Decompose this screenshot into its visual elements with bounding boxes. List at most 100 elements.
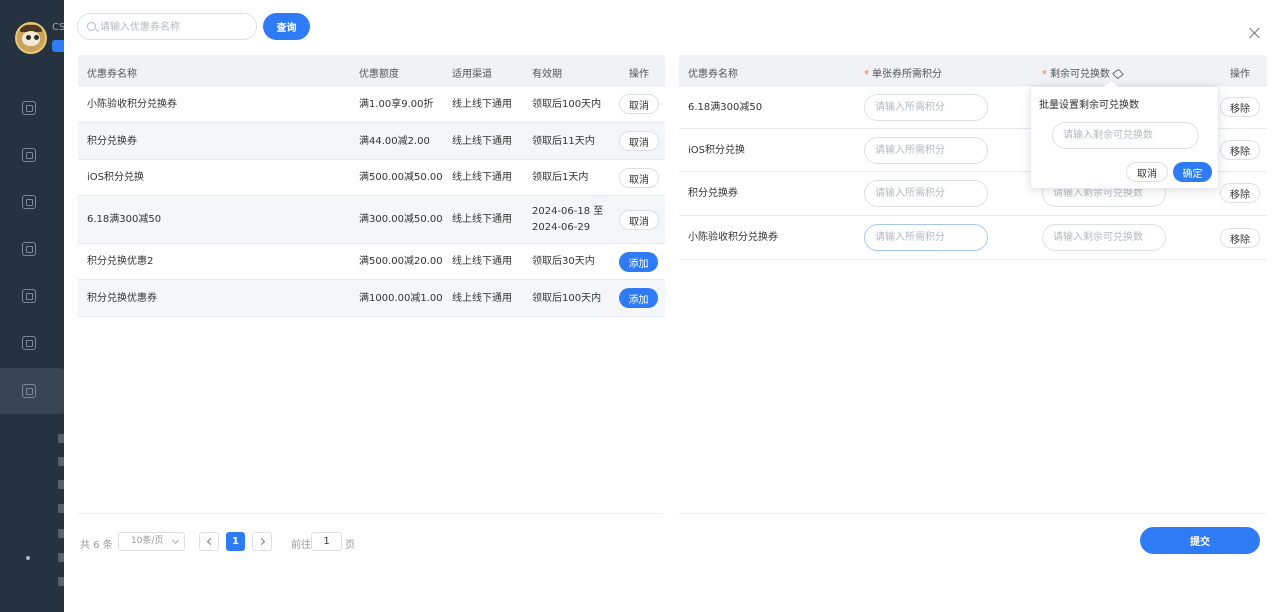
calendar-icon[interactable]	[22, 336, 36, 350]
popover-title: 批量设置剩余可兑换数	[1039, 100, 1139, 111]
remove-button[interactable]: 移除	[1220, 140, 1260, 160]
header-required-points-label: 单张券所需积分	[872, 69, 942, 80]
header-action: 操作	[1230, 69, 1250, 80]
sidebar-sub-item[interactable]	[58, 434, 64, 443]
required-mark: *	[864, 69, 869, 80]
search-input[interactable]	[100, 18, 250, 36]
sidebar-badge	[52, 40, 64, 52]
search-box	[77, 13, 257, 40]
close-icon[interactable]	[1248, 26, 1262, 40]
coupon-name: 小陈验收积分兑换券	[87, 99, 177, 110]
goto-prefix: 前往	[291, 540, 311, 551]
coupon-channel: 线上线下通用	[452, 214, 512, 225]
sidebar-dot	[26, 556, 30, 560]
coupon-name: 积分兑换优惠2	[87, 256, 154, 267]
page-size-value: 10条/页	[131, 536, 164, 546]
page-size-select[interactable]: 10条/页	[118, 532, 185, 551]
next-page-button[interactable]	[252, 532, 272, 551]
remaining-count-input[interactable]	[1042, 224, 1166, 251]
table-header: 优惠券名称 优惠额度 适用渠道 有效期 操作	[78, 55, 665, 86]
bag-icon[interactable]	[22, 242, 36, 256]
coupon-validity-start: 2024-06-18 至	[532, 206, 604, 217]
table-row: 积分兑换优惠券 满1000.00减1.00 线上线下通用 领取后100天内 添加	[78, 280, 665, 317]
table-row: 小陈验收积分兑换券 移除	[679, 216, 1267, 260]
monitor-icon[interactable]	[22, 101, 36, 115]
prev-page-button[interactable]	[199, 532, 219, 551]
required-points-input[interactable]	[864, 224, 988, 251]
right-divider	[679, 513, 1266, 514]
coupon-channel: 线上线下通用	[452, 256, 512, 267]
sidebar-sub-item[interactable]	[58, 553, 64, 562]
header-remaining-label: 剩余可兑换数	[1050, 69, 1110, 80]
cancel-button[interactable]: 取消	[619, 94, 659, 114]
gift-icon[interactable]	[22, 289, 36, 303]
coupon-name: 6.18满300减50	[688, 102, 763, 113]
avatar-eye-right	[34, 35, 39, 40]
header-action: 操作	[629, 69, 649, 80]
header-remaining: * 剩余可兑换数	[1042, 65, 1125, 80]
coupon-name: 小陈验收积分兑换券	[688, 232, 778, 243]
required-points-input[interactable]	[864, 137, 988, 164]
chevron-down-icon	[171, 536, 180, 545]
current-page[interactable]: 1	[226, 532, 245, 551]
coupon-name: 6.18满300减50	[87, 214, 162, 225]
batch-set-popover: 批量设置剩余可兑换数 取消 确定	[1030, 78, 1219, 189]
pagination-total: 共 6 条	[80, 540, 113, 551]
header-amount: 优惠额度	[359, 69, 399, 80]
coupon-amount: 满500.00减20.00	[359, 256, 443, 267]
popover-confirm-button[interactable]: 确定	[1173, 162, 1212, 182]
table-row: 6.18满300减50 满300.00减50.00 线上线下通用 2024-06…	[78, 196, 665, 244]
header-channel: 适用渠道	[452, 69, 492, 80]
sidebar-sub-item[interactable]	[58, 480, 64, 489]
add-button[interactable]: 添加	[619, 288, 658, 308]
edit-icon[interactable]	[1111, 68, 1125, 80]
coupon-channel: 线上线下通用	[452, 172, 512, 183]
goto-page-input[interactable]	[311, 532, 342, 551]
remove-button[interactable]: 移除	[1220, 97, 1260, 117]
coupon-name: 积分兑换券	[87, 136, 137, 147]
coupon-validity: 领取后100天内	[532, 99, 602, 110]
home-icon[interactable]	[22, 195, 36, 209]
goto-suffix: 页	[345, 540, 355, 551]
sidebar-sub-item[interactable]	[58, 529, 64, 538]
clipboard-icon[interactable]	[22, 148, 36, 162]
coupon-validity: 领取后11天内	[532, 136, 595, 147]
avatar-eye-left	[26, 35, 31, 40]
coupon-icon[interactable]	[22, 384, 36, 398]
sidebar-sub-item[interactable]	[58, 504, 64, 513]
required-mark: *	[1042, 69, 1047, 80]
popover-cancel-button[interactable]: 取消	[1126, 162, 1168, 182]
remove-button[interactable]: 移除	[1220, 183, 1260, 203]
header-coupon-name: 优惠券名称	[87, 69, 137, 80]
coupon-name: iOS积分兑换	[688, 145, 745, 156]
avatar[interactable]	[15, 22, 47, 54]
coupon-validity: 领取后1天内	[532, 172, 589, 183]
batch-remaining-input[interactable]	[1052, 122, 1199, 149]
sidebar-sub-item[interactable]	[58, 457, 64, 466]
remove-button[interactable]: 移除	[1220, 228, 1260, 248]
required-points-input[interactable]	[864, 180, 988, 207]
table-row: 积分兑换券 满44.00减2.00 线上线下通用 领取后11天内 取消	[78, 123, 665, 160]
left-divider	[78, 513, 663, 514]
submit-button[interactable]: 提交	[1140, 527, 1260, 554]
coupon-validity: 领取后100天内	[532, 293, 602, 304]
coupon-validity-end: 2024-06-29	[532, 222, 591, 233]
cancel-button[interactable]: 取消	[619, 210, 659, 230]
coupon-channel: 线上线下通用	[452, 293, 512, 304]
search-icon	[87, 22, 96, 31]
coupon-amount: 满300.00减50.00	[359, 214, 443, 225]
required-points-input[interactable]	[864, 94, 988, 121]
coupon-channel: 线上线下通用	[452, 99, 512, 110]
cancel-button[interactable]: 取消	[619, 168, 659, 188]
cancel-button[interactable]: 取消	[619, 131, 659, 151]
header-coupon-name: 优惠券名称	[688, 69, 738, 80]
table-row: 积分兑换优惠2 满500.00减20.00 线上线下通用 领取后30天内 添加	[78, 244, 665, 280]
coupon-amount: 满44.00减2.00	[359, 136, 430, 147]
coupon-name: iOS积分兑换	[87, 172, 144, 183]
coupon-amount: 满500.00减50.00	[359, 172, 443, 183]
table-row: 小陈验收积分兑换券 满1.00享9.00折 线上线下通用 领取后100天内 取消	[78, 86, 665, 123]
chevron-left-icon	[206, 537, 215, 546]
sidebar-sub-item[interactable]	[58, 577, 64, 586]
add-button[interactable]: 添加	[619, 252, 658, 272]
query-button[interactable]: 查询	[263, 13, 310, 40]
